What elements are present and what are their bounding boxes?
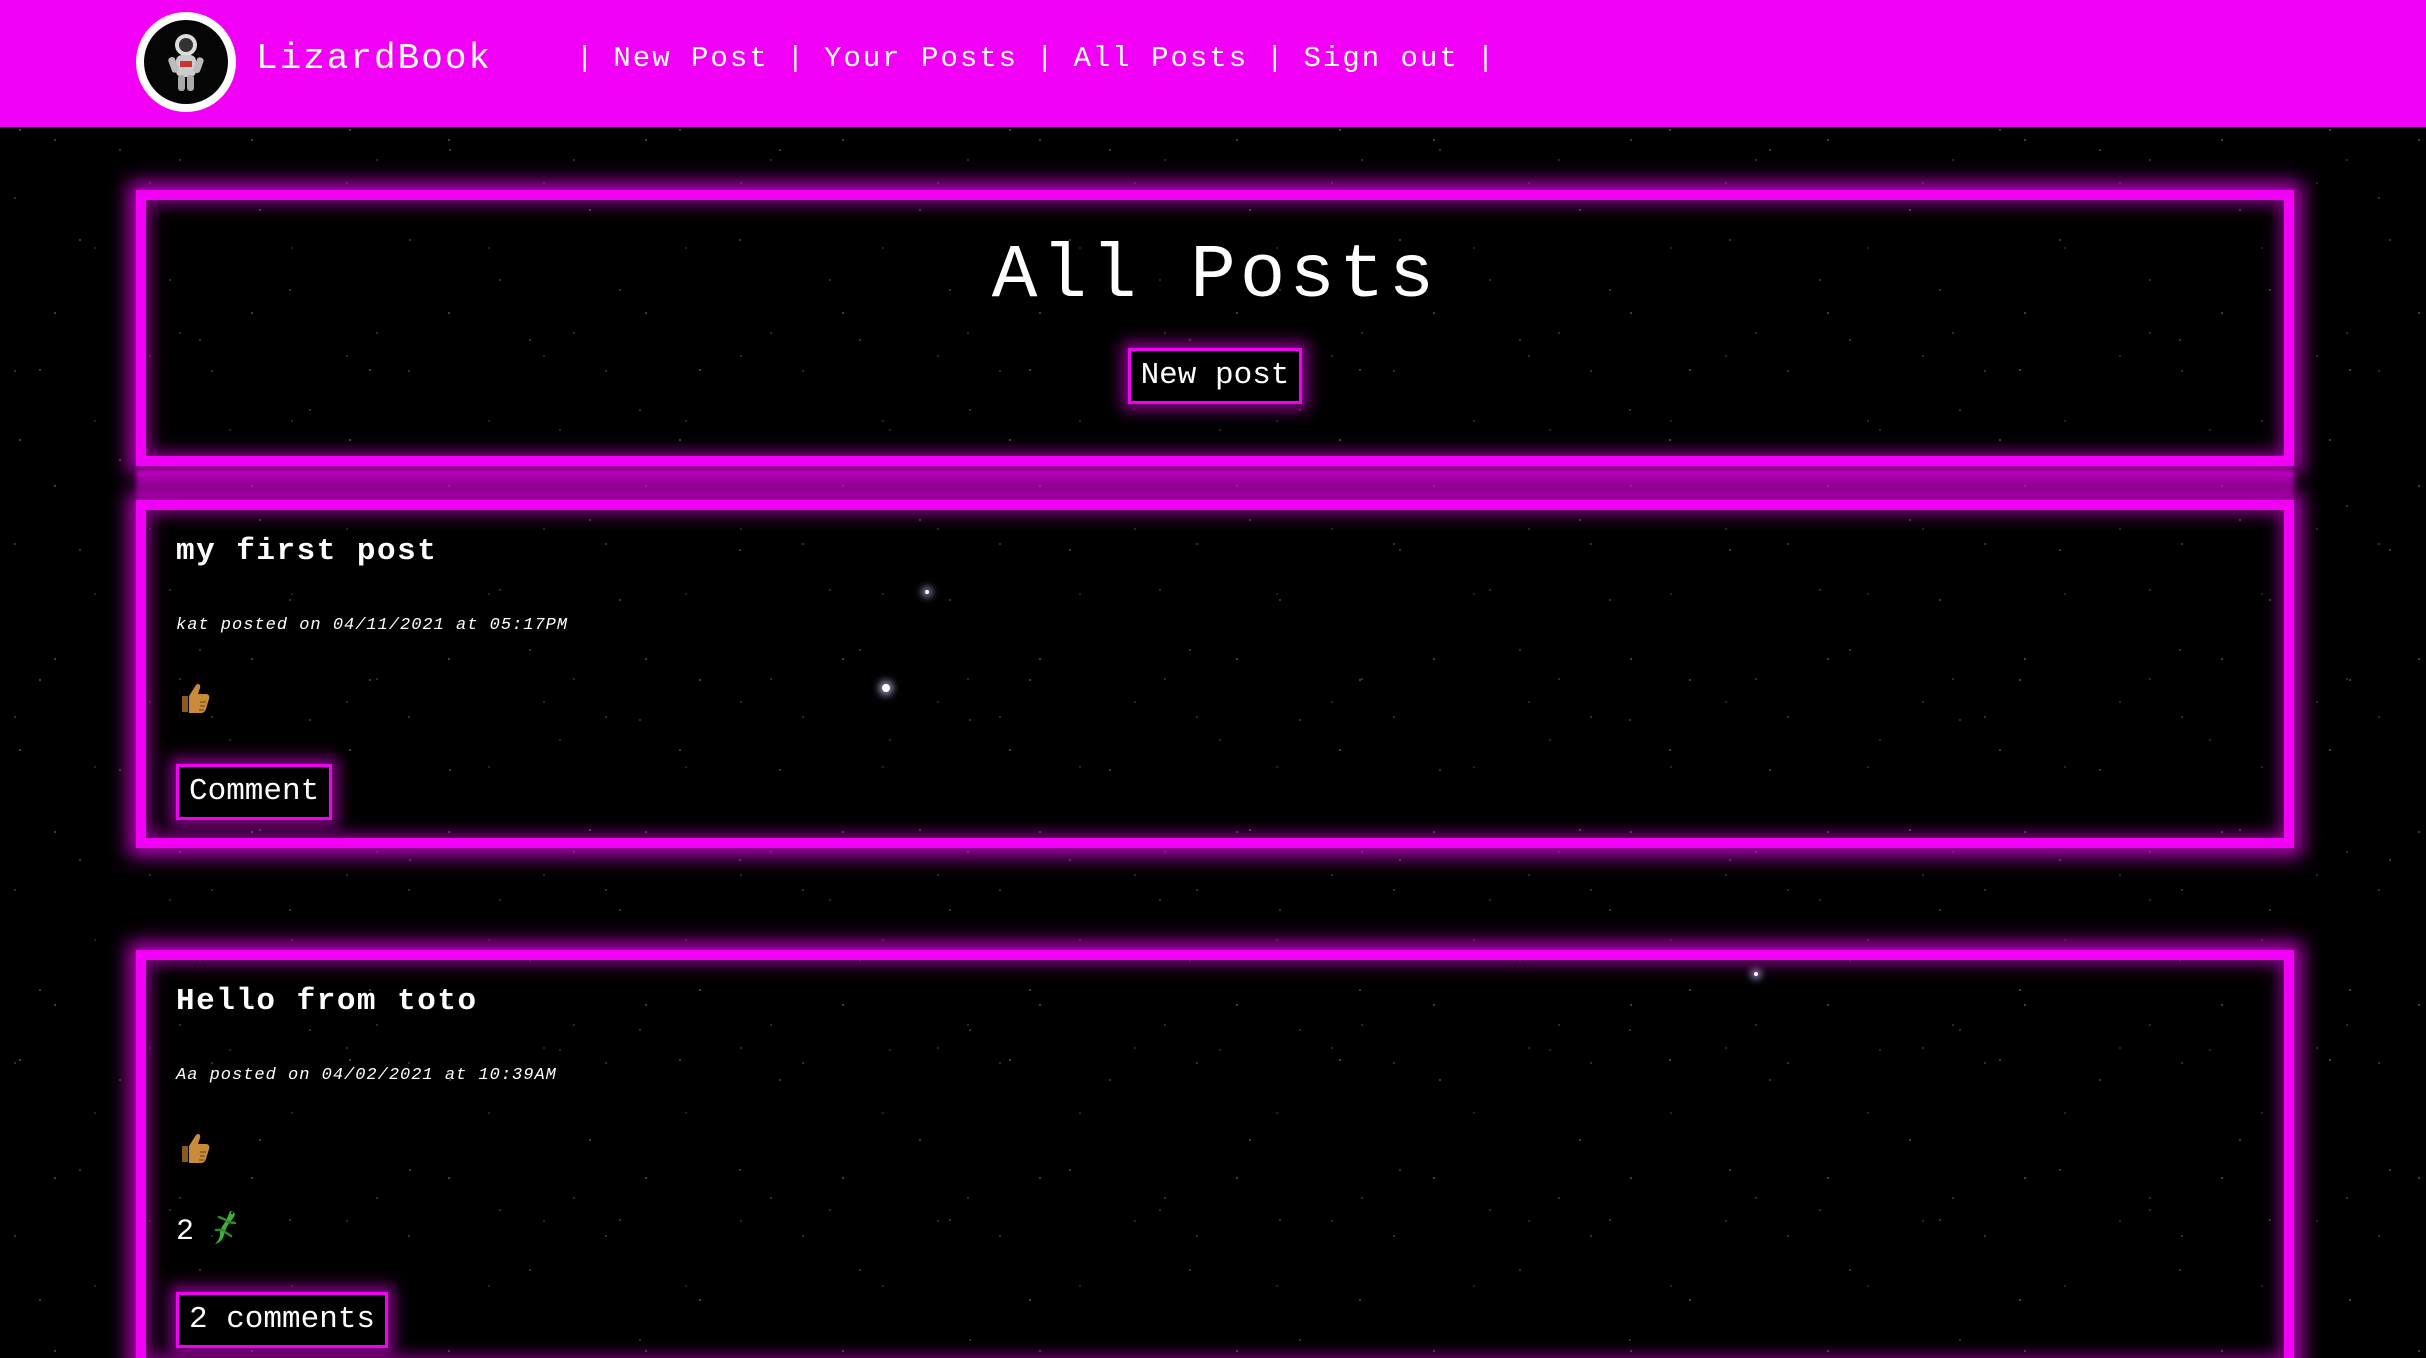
astronaut-logo-icon bbox=[144, 20, 228, 104]
top-navbar: LizardBook | New Post | Your Posts | All… bbox=[0, 0, 2426, 127]
divider-glow bbox=[136, 470, 2294, 498]
nav-separator: | bbox=[786, 42, 807, 75]
nav-separator: | bbox=[1476, 42, 1497, 75]
lizard-count-value: 2 bbox=[176, 1215, 195, 1249]
page-header-panel: All Posts New post bbox=[136, 190, 2294, 466]
post-title: my first post bbox=[176, 534, 438, 569]
nav-separator: | bbox=[1036, 42, 1056, 75]
post-card: Hello from toto Aa posted on 04/02/2021 … bbox=[136, 950, 2294, 1358]
site-logo[interactable] bbox=[136, 12, 236, 112]
thumbs-up-icon[interactable] bbox=[176, 680, 212, 716]
nav-links: | New Post | Your Posts | All Posts | Si… bbox=[558, 42, 1514, 75]
post-meta: Aa posted on 04/02/2021 at 10:39AM bbox=[176, 1066, 557, 1085]
nav-link-new-post[interactable]: New Post bbox=[613, 42, 768, 75]
lizard-reaction[interactable]: 2 bbox=[176, 1208, 242, 1256]
comments-button[interactable]: 2 comments bbox=[176, 1292, 389, 1349]
post-meta: kat posted on 04/11/2021 at 05:17PM bbox=[176, 616, 569, 635]
thumbs-up-icon[interactable] bbox=[176, 1130, 212, 1166]
nav-separator: | bbox=[1266, 42, 1286, 75]
brand-name[interactable]: LizardBook bbox=[256, 38, 492, 79]
post-title: Hello from toto bbox=[176, 984, 478, 1019]
nav-separator: | bbox=[576, 42, 596, 75]
page-title: All Posts bbox=[991, 233, 1439, 319]
lizard-icon bbox=[208, 1208, 242, 1256]
nav-link-all-posts[interactable]: All Posts bbox=[1073, 42, 1248, 75]
post-card: my first post kat posted on 04/11/2021 a… bbox=[136, 500, 2294, 848]
new-post-button[interactable]: New post bbox=[1127, 348, 1303, 405]
comment-button[interactable]: Comment bbox=[176, 764, 333, 821]
nav-link-your-posts[interactable]: Your Posts bbox=[824, 42, 1018, 75]
nav-link-sign-out[interactable]: Sign out bbox=[1304, 42, 1459, 75]
